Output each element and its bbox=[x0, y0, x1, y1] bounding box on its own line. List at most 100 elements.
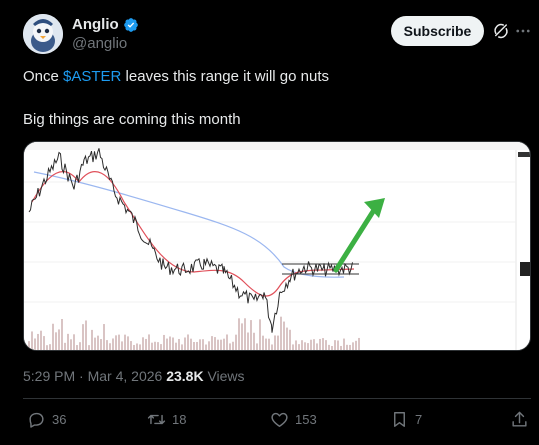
volume-bar bbox=[331, 345, 333, 350]
subscribe-button[interactable]: Subscribe bbox=[391, 16, 484, 46]
volume-bar bbox=[121, 341, 123, 350]
post-meta: 5:29 PM · Mar 4, 2026 23.8K Views bbox=[23, 368, 245, 384]
volume-bar bbox=[55, 332, 57, 350]
volume-bar bbox=[262, 335, 264, 350]
volume-bar bbox=[292, 344, 294, 350]
avatar-image bbox=[23, 14, 63, 54]
volume-bar bbox=[253, 332, 255, 350]
volume-bar bbox=[100, 339, 102, 350]
volume-bar bbox=[319, 338, 321, 350]
volume-bar bbox=[334, 340, 336, 350]
grok-icon[interactable] bbox=[492, 22, 510, 40]
volume-bar bbox=[229, 343, 231, 350]
volume-bar bbox=[337, 340, 339, 350]
volume-bar bbox=[220, 339, 222, 350]
volume-bar bbox=[160, 344, 162, 350]
volume-bar bbox=[88, 345, 90, 350]
post-text-suffix: leaves this range it will go nuts bbox=[121, 68, 329, 85]
volume-bar bbox=[157, 342, 159, 350]
volume-bar bbox=[313, 339, 315, 350]
volume-bar bbox=[43, 336, 45, 350]
volume-bar bbox=[154, 341, 156, 350]
volume-bar bbox=[61, 318, 63, 350]
volume-bar bbox=[199, 339, 201, 350]
volume-bar bbox=[316, 343, 318, 350]
repost-button[interactable]: 18 bbox=[147, 410, 186, 429]
volume-bar bbox=[139, 344, 141, 350]
volume-bar bbox=[37, 333, 39, 350]
volume-bar bbox=[148, 334, 150, 350]
like-count: 153 bbox=[295, 412, 317, 427]
volume-bar bbox=[163, 334, 165, 350]
volume-bar bbox=[172, 337, 174, 350]
volume-bar bbox=[109, 343, 111, 350]
volume-bar bbox=[28, 341, 30, 350]
chart-image[interactable] bbox=[23, 141, 531, 351]
volume-bar bbox=[193, 341, 195, 350]
volume-bar bbox=[73, 334, 75, 350]
volume-bar bbox=[217, 339, 219, 350]
post-date[interactable]: Mar 4, 2026 bbox=[88, 368, 163, 384]
volume-bar bbox=[259, 319, 261, 350]
volume-bar bbox=[64, 342, 66, 350]
volume-bar bbox=[130, 341, 132, 350]
volume-bar bbox=[136, 343, 138, 350]
volume-bar bbox=[124, 334, 126, 350]
reply-count: 36 bbox=[52, 412, 67, 427]
volume-bar bbox=[40, 330, 42, 350]
volume-bar bbox=[211, 336, 213, 350]
post-time[interactable]: 5:29 PM bbox=[23, 368, 75, 384]
bookmark-button[interactable]: 7 bbox=[390, 410, 422, 429]
volume-bar bbox=[52, 323, 54, 350]
volume-bar bbox=[151, 342, 153, 350]
volume-bar bbox=[298, 344, 300, 350]
volume-bar bbox=[307, 343, 309, 350]
volume-bar bbox=[358, 337, 360, 350]
volume-bar bbox=[304, 342, 306, 350]
repost-count: 18 bbox=[172, 412, 187, 427]
post-text-line-2: Big things are coming this month bbox=[23, 111, 241, 128]
volume-bar bbox=[286, 327, 288, 350]
volume-bar bbox=[106, 340, 108, 350]
post-card: Anglio @anglio Subscribe Once $ASTER lea… bbox=[0, 0, 539, 445]
avatar[interactable] bbox=[23, 14, 63, 54]
volume-bar bbox=[169, 336, 171, 350]
cashtag-link[interactable]: $ASTER bbox=[63, 68, 121, 85]
volume-bar bbox=[301, 340, 303, 350]
like-button[interactable]: 153 bbox=[270, 410, 317, 429]
volume-bar bbox=[208, 341, 210, 350]
volume-bar bbox=[226, 334, 228, 350]
volume-bar bbox=[223, 338, 225, 350]
volume-bar bbox=[103, 324, 105, 350]
verified-badge-icon[interactable] bbox=[123, 17, 139, 33]
volume-bar bbox=[178, 338, 180, 350]
volume-bar bbox=[352, 342, 354, 350]
volume-bar bbox=[349, 344, 351, 350]
volume-bar bbox=[283, 321, 285, 350]
volume-bar bbox=[241, 323, 243, 350]
volume-bar bbox=[115, 335, 117, 350]
author-display-name[interactable]: Anglio bbox=[72, 16, 119, 33]
author-handle[interactable]: @anglio bbox=[72, 35, 127, 52]
volume-bar bbox=[274, 335, 276, 350]
reply-button[interactable]: 36 bbox=[27, 410, 66, 429]
volume-bar bbox=[250, 320, 252, 350]
volume-bar bbox=[238, 318, 240, 350]
share-button[interactable] bbox=[510, 410, 529, 429]
volume-bar bbox=[85, 320, 87, 350]
more-options-icon[interactable] bbox=[514, 22, 532, 40]
divider bbox=[23, 398, 531, 399]
volume-bar bbox=[127, 336, 129, 350]
volume-bar bbox=[196, 341, 198, 350]
volume-bar bbox=[175, 342, 177, 350]
post-text-line-1: Once $ASTER leaves this range it will go… bbox=[23, 68, 329, 85]
volume-bar bbox=[265, 338, 267, 350]
bookmark-icon bbox=[394, 412, 405, 427]
chart-image-graphic bbox=[24, 142, 530, 350]
volume-bar bbox=[202, 339, 204, 350]
volume-bar bbox=[235, 334, 237, 350]
views-label: Views bbox=[203, 368, 245, 384]
volume-bar bbox=[271, 344, 273, 350]
volume-bar bbox=[97, 335, 99, 350]
volume-bar bbox=[322, 338, 324, 350]
